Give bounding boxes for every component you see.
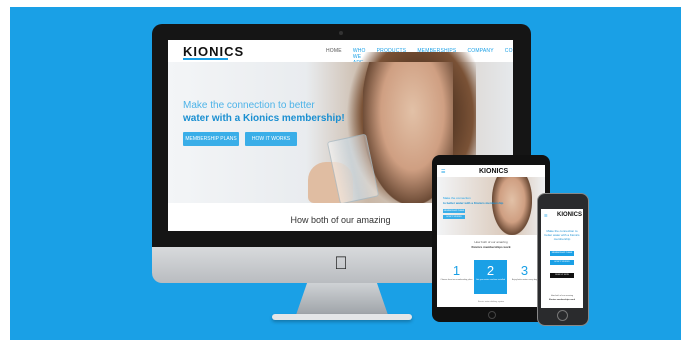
monitor-stand xyxy=(296,283,388,315)
step-card-2: 2 Get your water machine installed xyxy=(474,260,507,294)
phone-home-button xyxy=(557,310,568,321)
camera-icon xyxy=(339,31,343,35)
step-number: 1 xyxy=(452,263,461,278)
tablet-footer-text: Kionics water drinking system xyxy=(477,301,505,303)
tablet-plans-button[interactable]: MEMBERSHIP PLANS xyxy=(443,209,465,213)
phone-plans-button[interactable]: MEMBERSHIP PLANS xyxy=(550,251,574,256)
phone-signup-button[interactable]: SIGN UP NOW xyxy=(550,273,574,278)
phone-hamburger-icon[interactable]: ☰ xyxy=(544,213,548,218)
tablet-hero-line1: Make the connection xyxy=(443,196,471,200)
phone-section-subheading: Kionics memberships work xyxy=(548,299,575,301)
hero-headline-line2: water with a Kionics membership! xyxy=(183,113,345,124)
tablet-logo[interactable]: KIONICS xyxy=(479,168,508,175)
tablet-home-button xyxy=(488,311,496,319)
logo-underline xyxy=(183,58,228,60)
tablet-hamburger-icon[interactable]: ☰ xyxy=(441,169,445,175)
phone-screen: ☰ KIONICS Make the connection to better … xyxy=(541,209,583,308)
step-card-1: 1 Choose from two membership plans xyxy=(440,260,473,294)
how-it-works-button[interactable]: HOW IT WORKS xyxy=(245,132,297,146)
phone-hero-text: Make the connection to better water with… xyxy=(544,229,580,241)
monitor-base xyxy=(272,314,412,320)
phone-section-heading: How both of our amazing xyxy=(550,295,574,297)
tablet-section-heading: How both of our amazing xyxy=(474,240,508,244)
tablet-how-button[interactable]: HOW IT WORKS xyxy=(443,215,465,219)
phone-how-button[interactable]: HOW IT WORKS xyxy=(550,260,574,265)
tablet-screen: ☰ KIONICS Make the connection to better … xyxy=(437,165,545,307)
tablet-hero-line2: to better water with a Kionics membershi… xyxy=(443,201,504,205)
membership-plans-button[interactable]: MEMBERSHIP PLANS xyxy=(183,132,239,146)
step-description: Choose from two membership plans xyxy=(440,279,473,281)
step-number: 2 xyxy=(486,263,495,278)
showcase-stage:  KIONICS HOME WHO WE ARE PRODUCTS MEMBE… xyxy=(0,0,691,343)
hero-headline-line1: Make the connection to better xyxy=(183,100,315,111)
phone-logo[interactable]: KIONICS xyxy=(557,212,582,218)
step-description: Get your water machine installed xyxy=(475,279,506,281)
tablet-hero: Make the connection to better water with… xyxy=(437,177,545,235)
tablet-hero-photo xyxy=(492,177,532,235)
apple-logo-icon:  xyxy=(332,254,350,272)
site-logo[interactable]: KIONICS xyxy=(183,44,244,59)
tablet-section-subheading: Kionics memberships work xyxy=(471,245,511,249)
